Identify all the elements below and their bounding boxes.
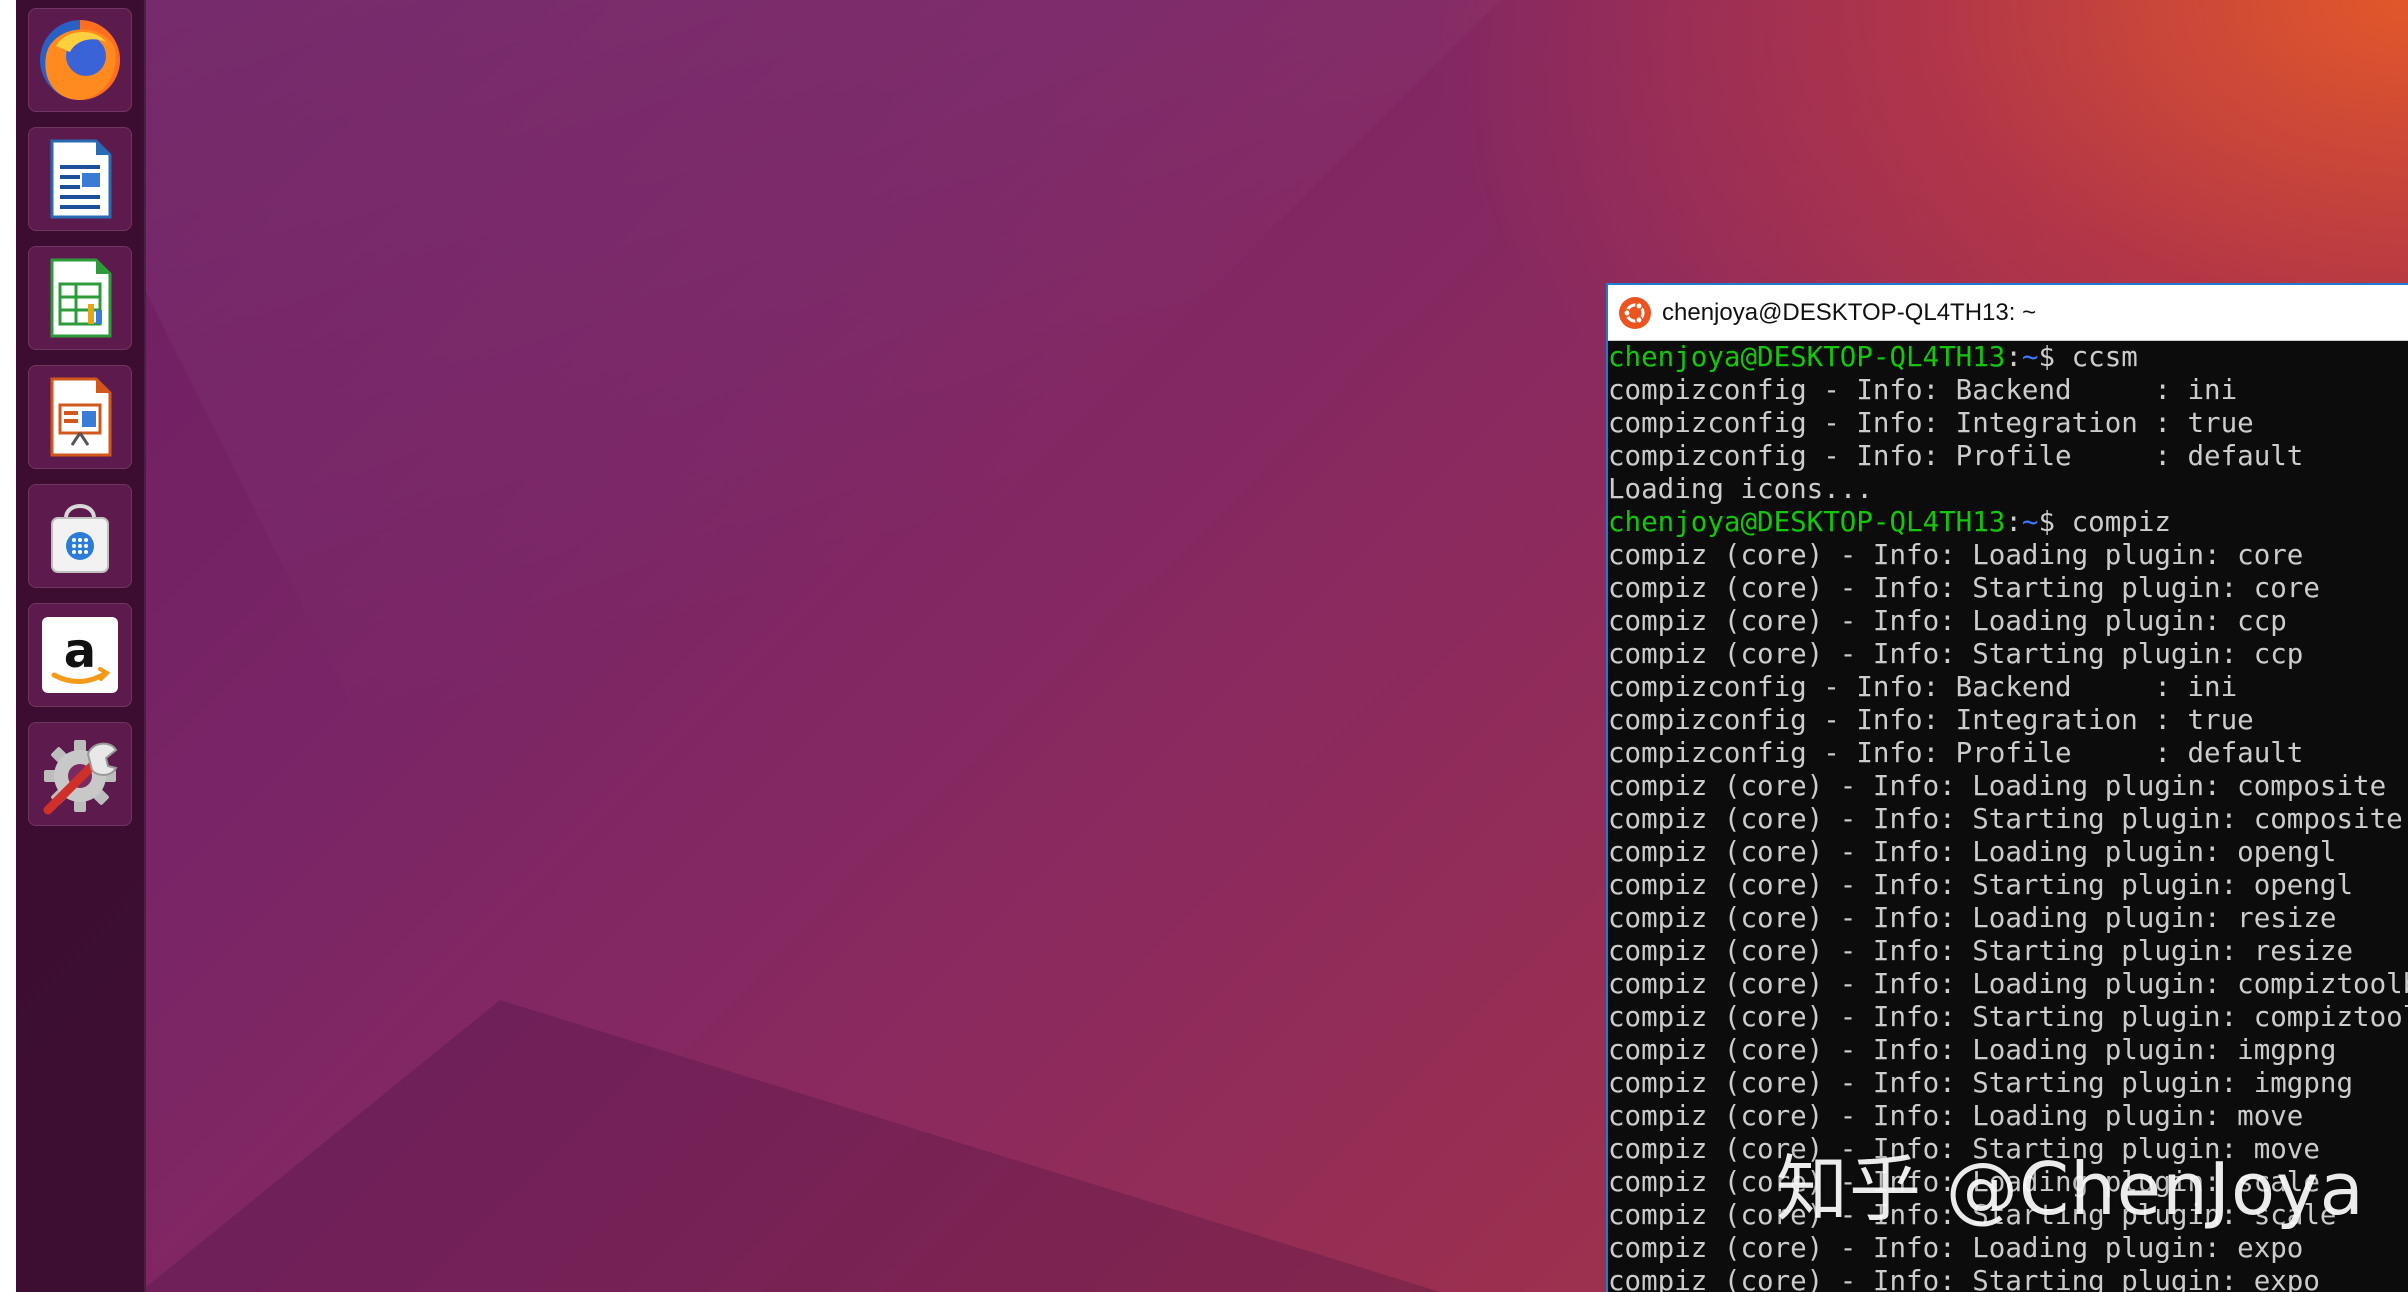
output-line: compiz (core) - Info: Starting plugin: c…	[1608, 572, 2320, 604]
output-line: compiz (core) - Info: Starting plugin: e…	[1608, 1265, 2320, 1292]
output-line: compiz (core) - Info: Loading plugin: co…	[1608, 770, 2387, 802]
prompt-user: chenjoya@DESKTOP-QL4TH13	[1608, 506, 2006, 538]
output-line: compiz (core) - Info: Starting plugin: o…	[1608, 869, 2354, 901]
amazon-icon: a	[42, 617, 118, 693]
software-bag-icon	[51, 504, 109, 573]
terminal-titlebar[interactable]: chenjoya@DESKTOP-QL4TH13: ~	[1608, 285, 2408, 341]
prompt-line: chenjoya@DESKTOP-QL4TH13:~$ compiz	[1608, 506, 2408, 539]
svg-text:a: a	[64, 623, 96, 679]
output-line: compizconfig - Info: Backend : ini	[1608, 671, 2238, 703]
output-line: compiz (core) - Info: Starting plugin: c…	[1608, 638, 2304, 670]
output-line: compiz (core) - Info: Loading plugin: mo…	[1608, 1100, 2304, 1132]
output-line: compiz (core) - Info: Starting plugin: r…	[1608, 935, 2354, 967]
output-line: compiz (core) - Info: Loading plugin: co…	[1608, 968, 2408, 1000]
output-line: compiz (core) - Info: Loading plugin: im…	[1608, 1034, 2337, 1066]
firefox-icon	[40, 20, 120, 100]
output-line: compiz (core) - Info: Starting plugin: c…	[1608, 803, 2403, 835]
output-line: compizconfig - Info: Integration : true	[1608, 704, 2254, 736]
output-line: compizconfig - Info: Profile : default	[1608, 737, 2304, 769]
libreoffice-impress-icon	[50, 377, 112, 457]
launcher-item-amazon[interactable]: a	[28, 603, 132, 707]
ubuntu-logo-icon	[1619, 296, 1651, 329]
libreoffice-calc-icon	[50, 258, 112, 338]
window-title: chenjoya@DESKTOP-QL4TH13: ~	[1662, 298, 2037, 326]
prompt-line: chenjoya@DESKTOP-QL4TH13:~$ ccsm	[1608, 341, 2408, 374]
launcher-item-settings[interactable]	[28, 722, 132, 826]
settings-gear-icon	[43, 740, 118, 815]
screen-edge	[0, 0, 16, 1292]
prompt-path: ~	[2021, 341, 2039, 373]
command-text: $ compiz	[2038, 506, 2171, 538]
output-line: compiz (core) - Info: Loading plugin: ex…	[1608, 1232, 2304, 1264]
watermark: 知乎 @ChenJoya	[1776, 1147, 2365, 1231]
launcher-item-firefox[interactable]	[28, 8, 132, 112]
command-text: $ ccsm	[2038, 341, 2138, 373]
launcher-item-impress[interactable]	[28, 365, 132, 469]
output-line: compiz (core) - Info: Loading plugin: re…	[1608, 902, 2337, 934]
launcher-item-software[interactable]	[28, 484, 132, 588]
output-line: compiz (core) - Info: Loading plugin: co…	[1608, 539, 2304, 571]
output-line: compizconfig - Info: Backend : ini	[1608, 374, 2238, 406]
output-line: Loading icons...	[1608, 473, 1873, 505]
prompt-path: ~	[2021, 506, 2039, 538]
prompt-separator: :	[2005, 506, 2022, 538]
prompt-separator: :	[2005, 341, 2022, 373]
output-line: compiz (core) - Info: Starting plugin: i…	[1608, 1067, 2354, 1099]
libreoffice-writer-icon	[50, 139, 112, 219]
output-line: compiz (core) - Info: Loading plugin: cc…	[1608, 605, 2287, 637]
prompt-user: chenjoya@DESKTOP-QL4TH13	[1608, 341, 2006, 373]
output-line: compizconfig - Info: Profile : default	[1608, 440, 2304, 472]
launcher-item-writer[interactable]	[28, 127, 132, 231]
launcher-item-calc[interactable]	[28, 246, 132, 350]
launcher-bar: a	[16, 0, 146, 1292]
output-line: compiz (core) - Info: Loading plugin: op…	[1608, 836, 2337, 868]
output-line: compiz (core) - Info: Starting plugin: c…	[1608, 1001, 2408, 1033]
output-line: compizconfig - Info: Integration : true	[1608, 407, 2254, 439]
